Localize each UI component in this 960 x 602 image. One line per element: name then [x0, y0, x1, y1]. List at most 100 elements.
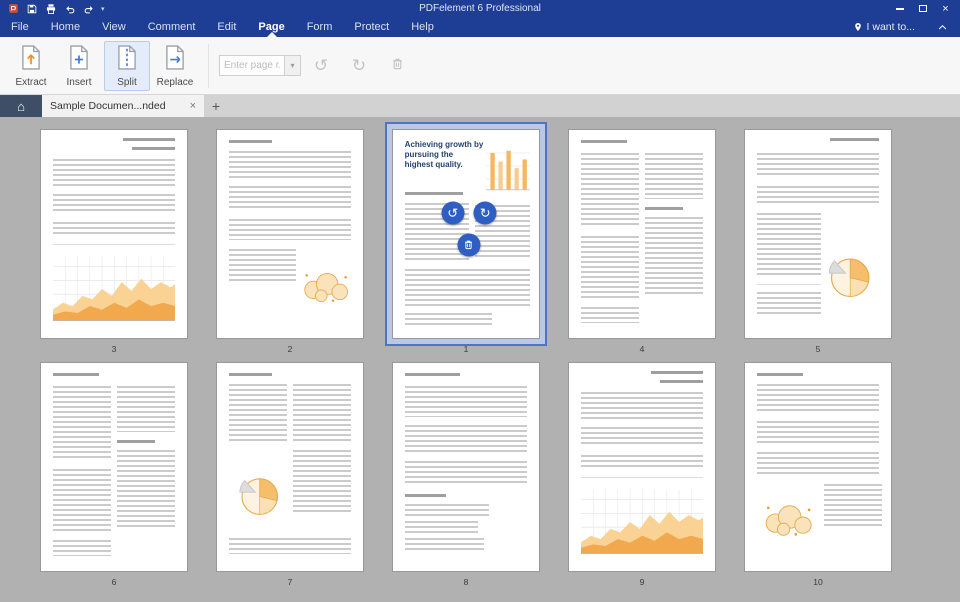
page-thumbnail[interactable] — [40, 362, 188, 572]
replace-icon — [162, 44, 188, 76]
menu-tab-protect[interactable]: Protect — [343, 17, 400, 37]
title-bar: ▾ PDFelement 6 Professional × — [0, 0, 960, 17]
redo-icon[interactable] — [82, 2, 96, 15]
text-block — [644, 217, 704, 297]
menu-tab-page[interactable]: Page — [247, 17, 295, 37]
page-thumbnail[interactable] — [568, 362, 716, 572]
text-block — [404, 460, 528, 484]
document-tab-bar: ⌂ Sample Documen...nded × + — [0, 95, 960, 117]
menu-bar: File Home View Comment Edit Page Form Pr… — [0, 17, 960, 37]
text-block — [52, 221, 176, 237]
page-number: 5 — [815, 344, 821, 354]
text-block — [228, 219, 352, 241]
page-range-input[interactable] — [219, 55, 285, 76]
split-button[interactable]: Split — [104, 40, 150, 91]
text-block — [756, 452, 880, 476]
split-label: Split — [117, 76, 137, 88]
menu-tab-form[interactable]: Form — [296, 17, 344, 37]
replace-button[interactable]: Replace — [152, 41, 198, 91]
page-preview — [568, 129, 716, 339]
text-block — [52, 539, 112, 557]
heading-line — [659, 379, 704, 383]
page-thumbnail[interactable] — [568, 129, 716, 339]
text-block — [823, 483, 883, 530]
page-thumbnail[interactable]: Achieving growth by pursuing the highest… — [385, 122, 547, 346]
save-icon[interactable] — [25, 2, 39, 15]
split-icon — [114, 44, 140, 76]
text-block — [580, 454, 704, 470]
new-tab-button[interactable]: + — [204, 95, 228, 117]
close-button[interactable]: × — [935, 1, 956, 16]
page-thumbnail[interactable] — [744, 129, 892, 339]
page-thumbnail[interactable] — [40, 129, 188, 339]
page-number: 2 — [287, 344, 293, 354]
thumbnail-rotate-left-button[interactable]: ↺ — [441, 201, 465, 225]
heading-line — [122, 138, 176, 142]
page-preview — [392, 362, 540, 572]
page-number: 7 — [287, 577, 293, 587]
bub-chart — [757, 492, 818, 546]
home-tab[interactable]: ⌂ — [0, 95, 42, 117]
menu-tab-help[interactable]: Help — [400, 17, 445, 37]
page-number: 4 — [639, 344, 645, 354]
heading-line — [580, 140, 628, 144]
page-preview — [744, 362, 892, 572]
text-block — [228, 186, 352, 212]
menu-tab-edit[interactable]: Edit — [206, 17, 247, 37]
ribbon-divider — [208, 43, 209, 88]
page-thumbnail[interactable] — [744, 362, 892, 572]
menu-tab-comment[interactable]: Comment — [137, 17, 207, 37]
rotate-left-icon: ↺ — [313, 55, 329, 75]
page-thumbnail[interactable] — [216, 129, 364, 339]
page-thumbnail[interactable] — [392, 362, 540, 572]
rotate-right-button[interactable]: ↻ — [346, 53, 372, 79]
page-cell: 2 — [216, 129, 364, 354]
delete-page-button[interactable] — [384, 53, 410, 79]
thumbnail-rotate-right-button[interactable]: ↻ — [473, 201, 497, 225]
menu-tab-home[interactable]: Home — [40, 17, 91, 37]
divider-line — [580, 477, 704, 479]
text-block — [404, 521, 478, 534]
page-preview — [568, 362, 716, 572]
text-block — [292, 450, 352, 513]
quick-access-toolbar: ▾ — [4, 2, 105, 15]
page-ribbon: Extract Insert Split Replace ▾ ↺ ↻ — [0, 37, 960, 95]
print-icon[interactable] — [44, 2, 58, 15]
window-title: PDFelement 6 Professional — [419, 3, 541, 14]
rotate-left-button[interactable]: ↺ — [308, 53, 334, 79]
thumbnail-title-text: Achieving growth by pursuing the highest… — [404, 140, 484, 170]
page-cell: 10 — [744, 362, 892, 587]
undo-icon[interactable] — [63, 2, 77, 15]
bars-chart — [486, 140, 531, 194]
extract-button[interactable]: Extract — [8, 41, 54, 91]
thumbnail-delete-button[interactable] — [457, 233, 481, 256]
menu-tab-view[interactable]: View — [91, 17, 137, 37]
text-block — [756, 152, 880, 178]
document-tab[interactable]: Sample Documen...nded × — [42, 95, 204, 117]
chevron-up-icon — [938, 24, 947, 30]
page-thumbnail[interactable] — [216, 362, 364, 572]
text-block — [228, 383, 288, 443]
page-cell: 4 — [568, 129, 716, 354]
customize-toolbar-caret-icon[interactable]: ▾ — [101, 5, 105, 13]
heading-line — [756, 373, 804, 377]
page-preview — [40, 362, 188, 572]
area-chart — [52, 253, 176, 322]
text-block — [116, 450, 176, 530]
collapse-ribbon-button[interactable] — [925, 17, 960, 37]
text-block — [404, 385, 528, 418]
maximize-button[interactable] — [912, 1, 933, 16]
i-want-to-button[interactable]: I want to... — [843, 17, 925, 37]
page-range-dropdown[interactable]: ▾ — [285, 55, 301, 76]
heading-line — [228, 373, 273, 377]
page-number: 8 — [463, 577, 469, 587]
text-block — [228, 537, 352, 555]
insert-button[interactable]: Insert — [56, 41, 102, 91]
insert-icon — [66, 44, 92, 76]
close-tab-icon[interactable]: × — [190, 100, 196, 112]
pie-chart — [821, 238, 879, 313]
page-cell: Achieving growth by pursuing the highest… — [385, 122, 547, 354]
menu-tab-file[interactable]: File — [0, 17, 40, 37]
page-number: 3 — [111, 344, 117, 354]
minimize-button[interactable] — [889, 1, 910, 16]
